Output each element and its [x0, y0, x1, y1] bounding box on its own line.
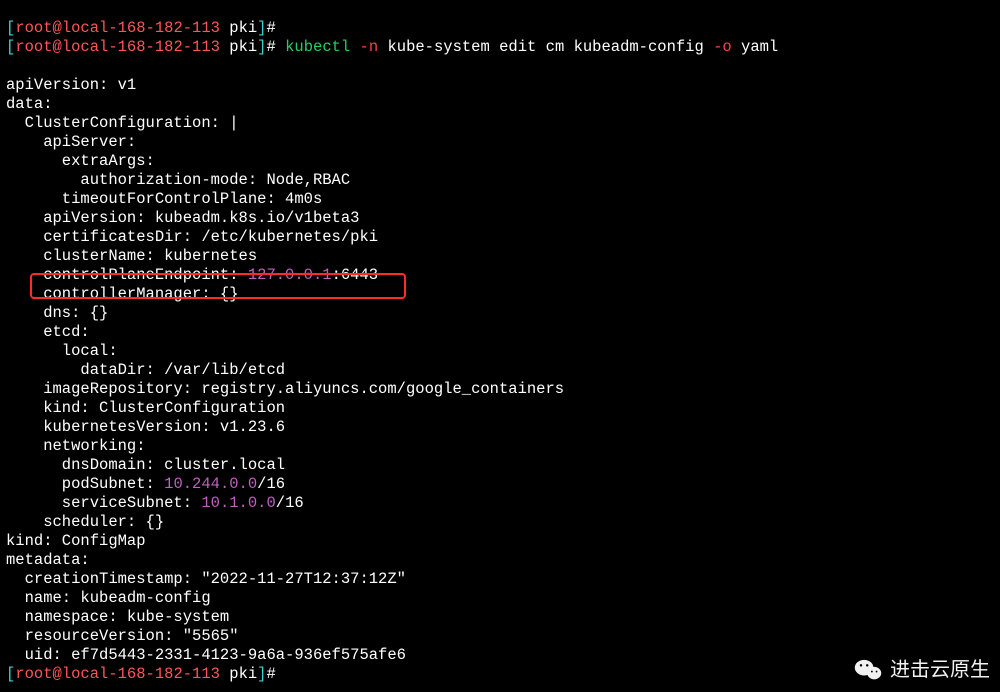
yaml-uid: uid: ef7d5443-2331-4123-9a6a-936ef575afe… [6, 646, 406, 664]
yaml-dns: dns: {} [6, 304, 108, 322]
yaml-cpe-prefix: controlPlaneEndpoint: [6, 266, 248, 284]
yaml-clusterName: clusterName: kubernetes [6, 247, 257, 265]
cmd-ns: kube-system [387, 38, 489, 56]
prompt-open-2: [ [6, 38, 15, 56]
yaml-etcd: etcd: [6, 323, 90, 341]
yaml-timeout: timeoutForControlPlane: 4m0s [6, 190, 322, 208]
terminal[interactable]: [root@local-168-182-113 pki]# [root@loca… [0, 0, 1000, 692]
yaml-apiServer: apiServer: [6, 133, 136, 151]
yaml-rv: resourceVersion: "5565" [6, 627, 239, 645]
yaml-kind: kind: ClusterConfiguration [6, 399, 285, 417]
yaml-cpe-ip: 127.0.0.1 [248, 266, 332, 284]
prompt-cwd-2: pki [229, 38, 257, 56]
yaml-serviceSubnet-prefix: serviceSubnet: [6, 494, 201, 512]
prompt-space1 [220, 19, 229, 37]
yaml-name: name: kubeadm-config [6, 589, 211, 607]
cmd-flag-o: -o [713, 38, 732, 56]
yaml-extraArgs: extraArgs: [6, 152, 155, 170]
cmd-edit: edit [499, 38, 536, 56]
yaml-imageRepo: imageRepository: registry.aliyuncs.com/g… [6, 380, 564, 398]
yaml-apiVersion2: apiVersion: kubeadm.k8s.io/v1beta3 [6, 209, 359, 227]
watermark-text: 进击云原生 [890, 661, 990, 680]
yaml-cc: ClusterConfiguration: | [6, 114, 239, 132]
prompt-hash: # [266, 19, 275, 37]
yaml-dataDir: dataDir: /var/lib/etcd [6, 361, 285, 379]
yaml-local: local: [6, 342, 118, 360]
yaml-controllerManager: controllerManager: {} [6, 285, 239, 303]
yaml-metadata: metadata: [6, 551, 90, 569]
yaml-namespace: namespace: kube-system [6, 608, 229, 626]
yaml-serviceSubnet-suffix: /16 [276, 494, 304, 512]
prompt-space3 [220, 665, 229, 683]
prompt-user-host: root@local-168-182-113 [15, 19, 220, 37]
prompt-hash-2: # [266, 38, 275, 56]
yaml-podSubnet-ip: 10.244.0.0 [164, 475, 257, 493]
yaml-networking: networking: [6, 437, 146, 455]
prompt-open: [ [6, 19, 15, 37]
yaml-apiVersion: apiVersion: v1 [6, 76, 136, 94]
yaml-kver: kubernetesVersion: v1.23.6 [6, 418, 285, 436]
yaml-authMode: authorization-mode: Node,RBAC [6, 171, 350, 189]
cmd-flag-n: -n [360, 38, 379, 56]
yaml-ts: creationTimestamp: "2022-11-27T12:37:12Z… [6, 570, 406, 588]
yaml-scheduler: scheduler: {} [6, 513, 164, 531]
cmd-kubectl: kubectl [285, 38, 350, 56]
yaml-podSubnet-suffix: /16 [257, 475, 285, 493]
prompt-open-3: [ [6, 665, 15, 683]
yaml-serviceSubnet-ip: 10.1.0.0 [201, 494, 275, 512]
cmd-name: kubeadm-config [574, 38, 704, 56]
prompt-cwd: pki [229, 19, 257, 37]
cmd-cm: cm [546, 38, 565, 56]
yaml-dnsDomain: dnsDomain: cluster.local [6, 456, 285, 474]
prompt-user-host-2: root@local-168-182-113 [15, 38, 220, 56]
cmd-yaml: yaml [741, 38, 778, 56]
yaml-podSubnet-prefix: podSubnet: [6, 475, 164, 493]
prompt-user-host-3: root@local-168-182-113 [15, 665, 220, 683]
yaml-cpe-port: :6443 [332, 266, 379, 284]
prompt-space2 [220, 38, 229, 56]
wechat-icon [854, 658, 882, 682]
yaml-data: data: [6, 95, 53, 113]
yaml-certsDir: certificatesDir: /etc/kubernetes/pki [6, 228, 378, 246]
watermark: 进击云原生 [854, 658, 990, 682]
prompt-hash-3: # [266, 665, 275, 683]
yaml-kind2: kind: ConfigMap [6, 532, 146, 550]
prompt-cwd-3: pki [229, 665, 257, 683]
